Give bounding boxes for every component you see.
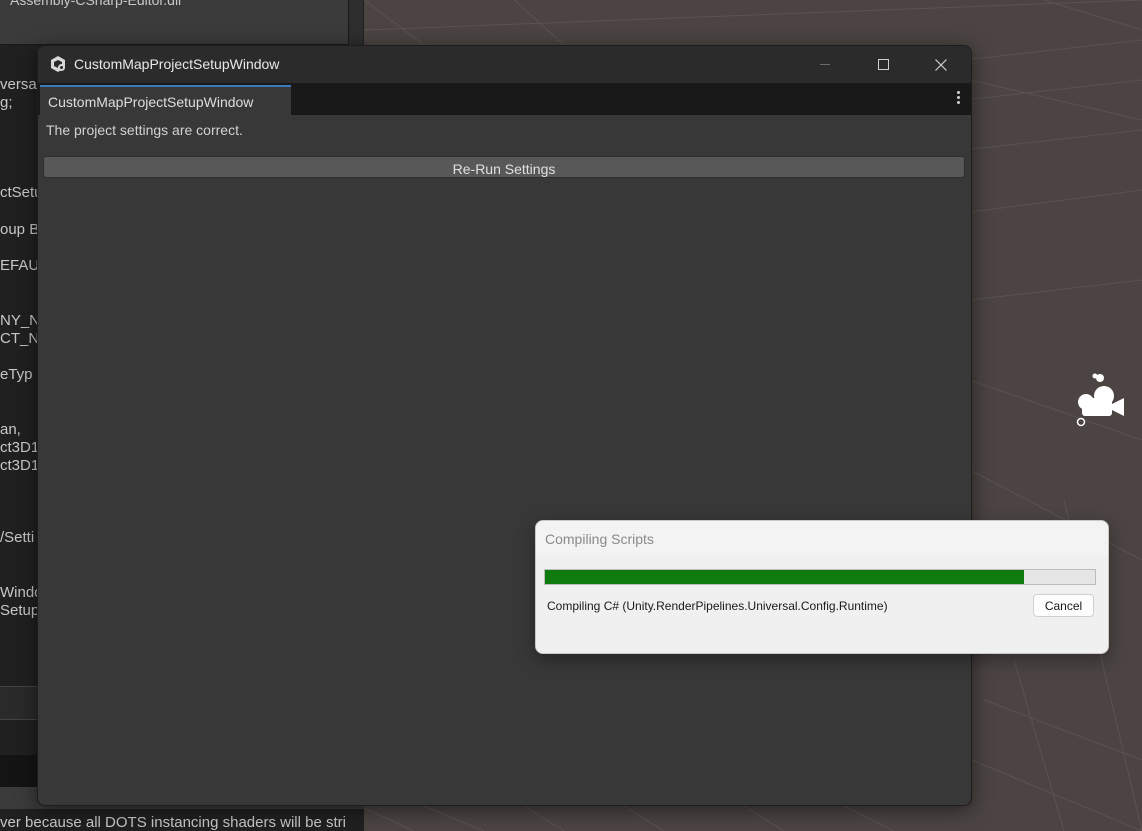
file-label: Assembly-CSharp-Editor.dll: [10, 0, 182, 8]
code-line-fragment: /Setti: [0, 529, 35, 546]
minimize-icon: [820, 64, 830, 66]
code-line-fragment: an,: [0, 421, 21, 438]
status-message: The project settings are correct.: [46, 122, 243, 138]
tab-label: CustomMapProjectSetupWindow: [48, 94, 254, 110]
maximize-button[interactable]: [860, 46, 906, 83]
rerun-settings-button[interactable]: Re-Run Settings: [43, 156, 965, 178]
code-line-fragment: versa: [0, 76, 37, 93]
minimize-button[interactable]: [802, 46, 848, 83]
dialog-title: Compiling Scripts: [545, 531, 654, 547]
code-line-fragment: eTyp: [0, 366, 33, 383]
window-titlebar[interactable]: CustomMapProjectSetupWindow: [38, 46, 971, 83]
code-line-fragment: ct3D1: [0, 457, 40, 474]
window-title: CustomMapProjectSetupWindow: [74, 56, 280, 72]
close-icon: [935, 58, 947, 71]
progress-fill: [545, 570, 1024, 584]
code-line-fragment: ct3D1: [0, 439, 40, 456]
code-line-fragment: g;: [0, 94, 13, 111]
console-message: ver because all DOTS instancing shaders …: [0, 814, 346, 831]
compile-message: Compiling C# (Unity.RenderPipelines.Univ…: [547, 599, 888, 613]
code-line-fragment: Setup: [0, 602, 40, 619]
tab-bar: CustomMapProjectSetupWindow: [38, 83, 971, 115]
compile-progress-bar: [544, 569, 1096, 585]
tab-custom-map-project-setup[interactable]: CustomMapProjectSetupWindow: [40, 85, 291, 115]
compiling-scripts-dialog: Compiling Scripts Compiling C# (Unity.Re…: [535, 520, 1109, 654]
more-options-icon[interactable]: [953, 91, 963, 107]
code-editor-header: Assembly-CSharp-Editor.dll: [0, 0, 348, 45]
custom-map-project-setup-window: CustomMapProjectSetupWindow CustomMapPro…: [37, 45, 972, 806]
maximize-icon: [877, 59, 889, 71]
cancel-button[interactable]: Cancel: [1033, 594, 1094, 617]
camera-gizmo-icon[interactable]: [1074, 372, 1132, 428]
close-button[interactable]: [918, 46, 964, 83]
unity-icon: [49, 55, 67, 73]
dialog-titlebar[interactable]: Compiling Scripts: [536, 521, 1108, 556]
